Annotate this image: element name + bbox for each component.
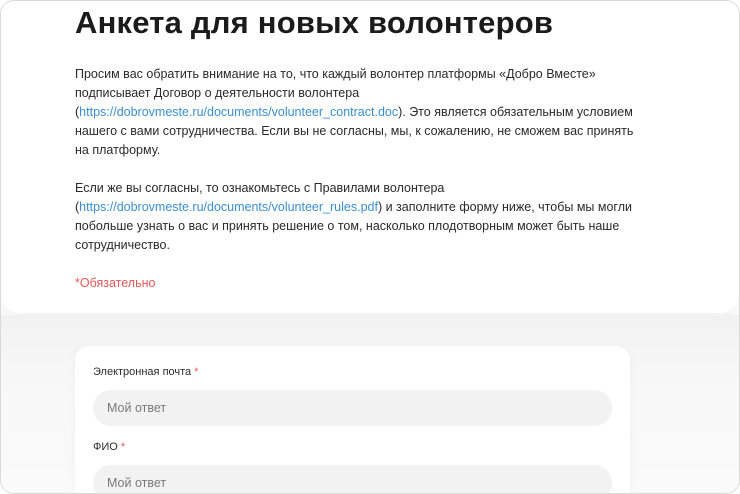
email-label: Электронная почта * [93,365,612,379]
fio-question: ФИО * [93,440,612,493]
form-body-area: Электронная почта* ФИО* [1,315,739,493]
intro-paragraph-rules: Если же вы согласны, то ознакомьтесь с П… [75,179,635,255]
fio-field[interactable] [93,465,612,493]
intro-paragraph-contract: Просим вас обратить внимание на то, что … [75,65,635,160]
fio-label: ФИО * [93,440,612,454]
form-header-card: Анкета для новых волонтеров Просим вас о… [1,1,739,313]
browser-viewport: Анкета для новых волонтеров Просим вас о… [0,0,740,494]
email-question: Электронная почта * [93,365,612,426]
required-asterisk: * [120,441,126,453]
required-asterisk: * [194,366,199,378]
rules-link[interactable]: https://dobrovmeste.ru/documents/volunte… [79,200,378,214]
form-description: Просим вас обратить внимание на то, что … [75,65,635,293]
email-field[interactable] [93,390,612,426]
page-title: Анкета для новых волонтеров [75,5,554,40]
contract-link[interactable]: https://dobrovmeste.ru/documents/volunte… [79,105,398,119]
fio-label-text: ФИО [93,441,118,453]
questions-card: Электронная почта* ФИО* [75,346,630,493]
email-label-text: Электронная почта [93,366,192,378]
required-note: *Обязательно [75,276,156,290]
